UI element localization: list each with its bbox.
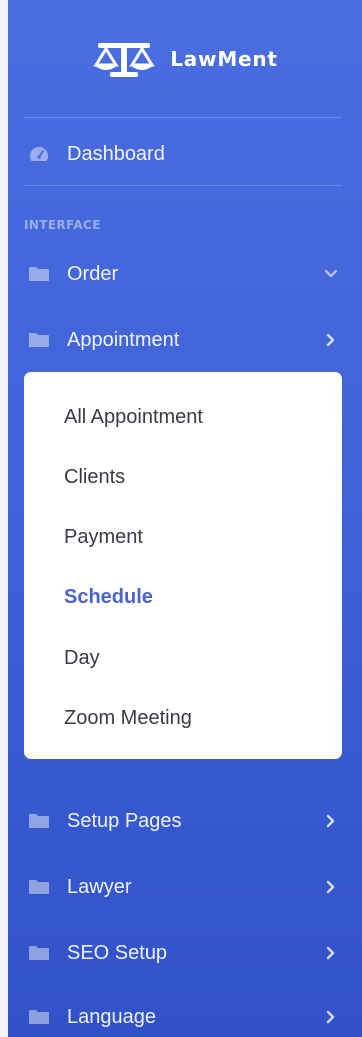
folder-icon bbox=[28, 1007, 50, 1027]
section-heading: INTERFACE bbox=[24, 218, 101, 232]
chevron-down-icon bbox=[324, 269, 338, 278]
submenu-item-day[interactable]: Day bbox=[64, 647, 100, 670]
folder-icon bbox=[28, 943, 50, 963]
folder-icon bbox=[28, 264, 50, 284]
nav-item-lawyer[interactable]: Lawyer bbox=[8, 867, 362, 907]
brand[interactable]: LawMent bbox=[8, 0, 362, 118]
nav-item-order[interactable]: Order bbox=[8, 254, 362, 294]
chevron-right-icon bbox=[326, 814, 335, 828]
chevron-right-icon bbox=[326, 333, 335, 347]
folder-icon bbox=[28, 330, 50, 350]
submenu-item-schedule[interactable]: Schedule bbox=[64, 586, 153, 609]
divider bbox=[24, 117, 342, 118]
chevron-right-icon bbox=[326, 880, 335, 894]
chevron-right-icon bbox=[326, 1010, 335, 1024]
appointment-submenu: All Appointment Clients Payment Schedule… bbox=[24, 372, 342, 759]
sidebar: LawMent Dashboard INTERFACE Order Appoin… bbox=[8, 0, 362, 1037]
nav-item-language[interactable]: Language bbox=[8, 997, 362, 1037]
folder-icon bbox=[28, 811, 50, 831]
tachometer-icon bbox=[28, 144, 50, 164]
submenu-item-payment[interactable]: Payment bbox=[64, 526, 143, 549]
scales-of-justice-icon bbox=[93, 43, 155, 77]
nav-item-dashboard[interactable]: Dashboard bbox=[8, 134, 362, 174]
submenu-item-clients[interactable]: Clients bbox=[64, 466, 125, 489]
nav-label: Setup Pages bbox=[67, 809, 182, 832]
nav-label: Language bbox=[67, 1005, 156, 1028]
chevron-right-icon bbox=[326, 946, 335, 960]
nav-label: Order bbox=[67, 262, 119, 285]
nav-label: Dashboard bbox=[67, 142, 165, 165]
nav-label: SEO Setup bbox=[67, 941, 168, 964]
nav-label: Lawyer bbox=[67, 875, 132, 898]
nav-item-setup-pages[interactable]: Setup Pages bbox=[8, 801, 362, 841]
folder-icon bbox=[28, 877, 50, 897]
divider bbox=[24, 185, 342, 186]
nav-item-appointment[interactable]: Appointment bbox=[8, 320, 362, 360]
brand-name: LawMent bbox=[170, 47, 278, 71]
submenu-item-all-appointment[interactable]: All Appointment bbox=[64, 406, 203, 429]
nav-item-seo-setup[interactable]: SEO Setup bbox=[8, 933, 362, 973]
nav-label: Appointment bbox=[67, 328, 180, 351]
submenu-item-zoom-meeting[interactable]: Zoom Meeting bbox=[64, 707, 192, 730]
